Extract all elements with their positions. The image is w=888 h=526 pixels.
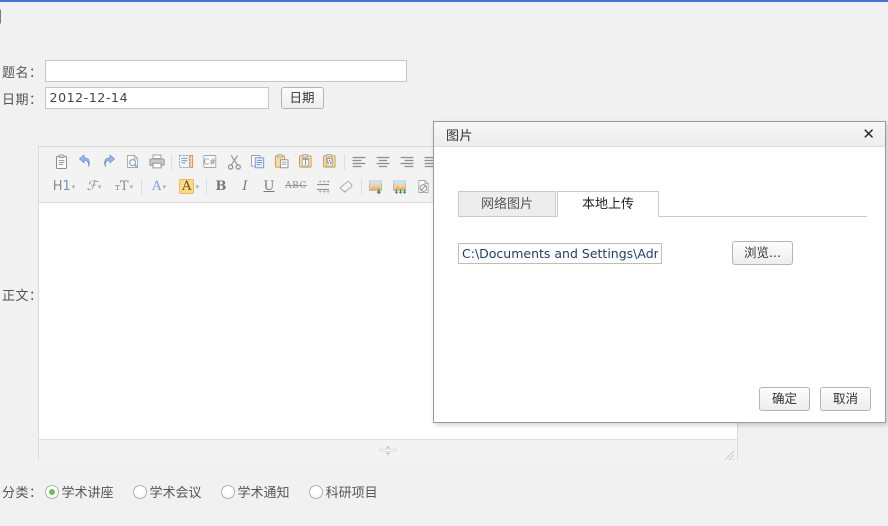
editor-collapse-handle[interactable] <box>379 445 397 456</box>
line-height-icon[interactable]: + + + + + + <box>311 176 335 198</box>
category-option-lecture[interactable]: 学术讲座 <box>44 482 114 501</box>
image-gallery-icon[interactable] <box>388 176 412 198</box>
editor-resize-grip[interactable] <box>722 448 735 461</box>
category-option-label: 学术通知 <box>237 486 290 501</box>
cancel-button[interactable]: 取消 <box>819 387 871 411</box>
bold-icon[interactable]: B <box>209 176 233 198</box>
csharp-code-icon[interactable]: C# <box>198 151 222 173</box>
svg-text:+: + <box>326 180 330 185</box>
chevron-down-icon: ▾ <box>162 182 166 191</box>
category-option-notice[interactable]: 学术通知 <box>220 482 290 501</box>
confirm-button[interactable]: 确定 <box>758 387 810 411</box>
file-upload-row: 浏览... <box>458 241 865 265</box>
stray-bracket-glyph: 】 <box>0 8 11 26</box>
radio-dot-icon <box>308 484 323 499</box>
title-label: 题名： <box>2 65 43 81</box>
font-size-dropdown[interactable]: тT ▾ <box>109 176 139 198</box>
page-root: 】 题名： 日期： 日期 正文： <box>0 0 888 526</box>
toolbar-separator <box>141 178 142 195</box>
undo-icon[interactable] <box>73 151 97 173</box>
dialog-footer: 确定 取消 <box>758 387 871 411</box>
chevron-down-icon: ▾ <box>195 182 199 191</box>
toolbar-separator <box>171 153 172 170</box>
svg-text:T: T <box>303 159 308 167</box>
svg-text:+: + <box>326 189 330 193</box>
tab-network-image[interactable]: 网络图片 <box>458 191 557 217</box>
source-code-icon[interactable] <box>174 151 198 173</box>
date-row: 日期： 日期 <box>2 87 324 109</box>
align-right-icon[interactable] <box>395 151 419 173</box>
align-center-icon[interactable] <box>371 151 395 173</box>
browse-button[interactable]: 浏览... <box>732 241 793 265</box>
tab-local-upload[interactable]: 本地上传 <box>557 191 660 217</box>
print-icon[interactable] <box>145 151 169 173</box>
category-label: 分类： <box>2 486 43 501</box>
svg-text:C#: C# <box>204 157 217 166</box>
toolbar-separator <box>344 153 345 170</box>
date-input[interactable] <box>44 87 269 109</box>
radio-dot-icon <box>220 484 235 499</box>
italic-icon[interactable]: I <box>233 176 257 198</box>
dialog-body: 网络图片 本地上传 浏览... 确定 取消 <box>434 147 885 423</box>
preview-icon[interactable] <box>121 151 145 173</box>
align-left-icon[interactable] <box>347 151 371 173</box>
date-picker-button[interactable]: 日期 <box>280 87 324 109</box>
font-family-dropdown[interactable]: ℱ ▾ <box>79 176 109 198</box>
title-row: 题名： <box>2 60 407 82</box>
copy-icon[interactable] <box>246 151 270 173</box>
chevron-down-icon: ▾ <box>129 182 134 191</box>
text-color-dropdown[interactable]: A ▾ <box>144 176 174 198</box>
category-option-label: 学术会议 <box>149 486 202 501</box>
title-input[interactable] <box>44 60 407 82</box>
category-radio-group: 学术讲座 学术会议 学术通知 科研项目 <box>44 482 397 501</box>
date-label: 日期： <box>2 92 43 108</box>
dialog-titlebar[interactable]: 图片 ✕ <box>434 122 885 147</box>
close-icon[interactable]: ✕ <box>860 126 877 142</box>
cut-icon[interactable] <box>222 151 246 173</box>
clear-format-icon[interactable] <box>335 176 359 198</box>
radio-dot-icon <box>44 484 59 499</box>
category-option-conference[interactable]: 学术会议 <box>132 482 202 501</box>
body-label: 正文： <box>2 289 43 304</box>
paste-word-icon[interactable]: W <box>318 151 342 173</box>
underline-icon[interactable]: U <box>257 176 281 198</box>
toolbar-separator <box>361 178 362 195</box>
svg-text:W: W <box>326 159 333 167</box>
category-option-label: 科研项目 <box>325 486 378 501</box>
image-dialog: 图片 ✕ 网络图片 本地上传 浏览... 确定 取消 <box>433 121 886 423</box>
dialog-tabs: 网络图片 本地上传 <box>458 189 867 217</box>
toolbar-separator <box>206 178 207 195</box>
radio-dot-icon <box>132 484 147 499</box>
highlight-color-dropdown[interactable]: A ▾ <box>174 176 204 198</box>
chevron-down-icon: ▾ <box>71 182 76 191</box>
heading-dropdown[interactable]: H1 ▾ <box>49 176 79 198</box>
top-accent-rule <box>0 0 888 2</box>
paste-clipboard-icon[interactable] <box>49 151 73 173</box>
insert-image-icon[interactable] <box>364 176 388 198</box>
category-row: 分类： 学术讲座 学术会议 学术通知 科研项目 <box>2 482 397 501</box>
category-option-project[interactable]: 科研项目 <box>308 482 378 501</box>
dialog-title: 图片 <box>446 128 474 144</box>
paste-text-icon[interactable]: T <box>294 151 318 173</box>
strikethrough-icon[interactable]: ABC <box>281 176 311 198</box>
paste-plain-icon[interactable] <box>270 151 294 173</box>
chevron-down-icon: ▾ <box>97 182 102 191</box>
category-option-label: 学术讲座 <box>61 486 114 501</box>
file-path-input[interactable] <box>458 242 662 264</box>
editor-statusbar <box>39 439 737 462</box>
redo-icon[interactable] <box>97 151 121 173</box>
